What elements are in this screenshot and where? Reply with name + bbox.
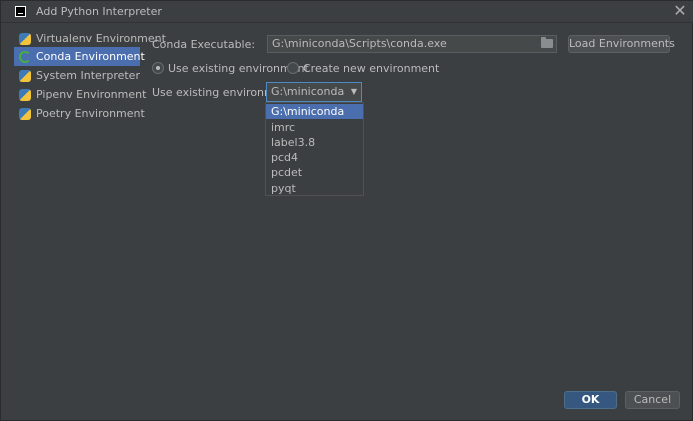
folder-icon[interactable] [541, 37, 553, 48]
sidebar-item-conda[interactable]: Conda Environment [14, 47, 145, 66]
sidebar-item-pipenv[interactable]: Pipenv Environment [14, 85, 146, 104]
cancel-button[interactable]: Cancel [625, 391, 680, 409]
conda-executable-label: Conda Executable: [152, 38, 256, 51]
sidebar-item-label: Pipenv Environment [36, 88, 147, 101]
dropdown-option[interactable]: G:\miniconda [266, 104, 363, 119]
combobox-value: G:\miniconda [271, 85, 345, 98]
pycharm-icon [15, 6, 26, 17]
dropdown-option[interactable]: label3.8 [266, 135, 363, 150]
create-new-radio[interactable] [287, 62, 299, 74]
dropdown-option[interactable]: pyqt [266, 181, 363, 196]
dropdown-option[interactable]: pcd4 [266, 150, 363, 165]
load-environments-button[interactable]: Load Environments [568, 35, 675, 53]
add-python-interpreter-dialog: Add Python Interpreter ✕ Virtualenv Envi… [0, 0, 693, 421]
sidebar-item-label: Conda Environment [36, 50, 145, 63]
environment-dropdown-list: G:\miniconda imrc label3.8 pcd4 pcdet py… [265, 102, 364, 196]
conda-icon [19, 50, 31, 63]
python-icon [19, 88, 31, 101]
sidebar-item-poetry[interactable]: Poetry Environment [14, 104, 145, 123]
python-icon [19, 32, 31, 45]
conda-executable-field[interactable]: G:\miniconda\Scripts\conda.exe [267, 35, 557, 53]
dropdown-option[interactable]: imrc [266, 120, 363, 135]
ok-button[interactable]: OK [564, 391, 617, 409]
sidebar-item-label: Poetry Environment [36, 107, 145, 120]
python-icon [19, 69, 31, 82]
title-bar: Add Python Interpreter ✕ [1, 1, 693, 23]
python-icon [19, 107, 31, 120]
sidebar-item-label: System Interpreter [36, 69, 140, 82]
dropdown-option[interactable]: pcdet [266, 165, 363, 180]
environment-type-list: Virtualenv Environment Conda Environment… [9, 27, 166, 387]
sidebar-item-system-interpreter[interactable]: System Interpreter [14, 66, 140, 85]
sidebar-item-label: Virtualenv Environment [36, 32, 166, 45]
close-icon[interactable]: ✕ [671, 2, 689, 20]
chevron-down-icon: ▼ [350, 87, 357, 96]
environment-combobox[interactable]: G:\miniconda ▼ [266, 82, 362, 102]
use-existing-radio[interactable] [152, 62, 164, 74]
dialog-title: Add Python Interpreter [36, 5, 162, 18]
sidebar-item-virtualenv[interactable]: Virtualenv Environment [14, 29, 166, 48]
create-new-radio-label[interactable]: Create new environment [303, 62, 439, 75]
